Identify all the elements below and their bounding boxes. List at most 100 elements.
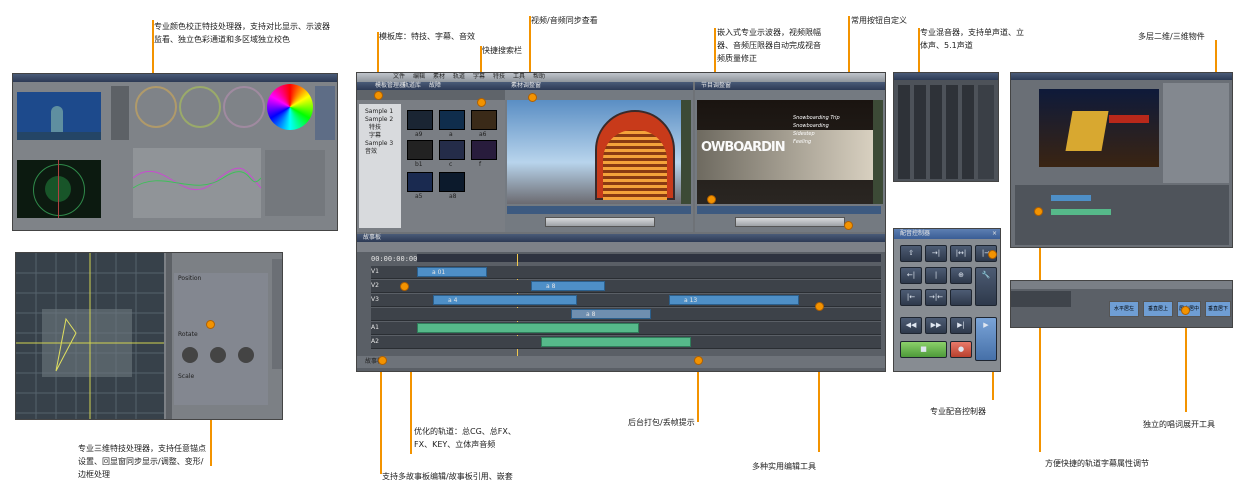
- dub-key-settings[interactable]: 🔧: [975, 267, 997, 306]
- track-a2[interactable]: A2: [371, 336, 881, 349]
- dub-key[interactable]: |: [925, 267, 947, 284]
- rotate-knob-z[interactable]: [238, 347, 254, 363]
- mixer-channel[interactable]: [962, 85, 974, 179]
- caption-mixer: 专业混音器，支持单声道、立体声、5.1声道: [920, 28, 1024, 50]
- menu-item[interactable]: 轨道: [453, 73, 465, 81]
- step-forward-button[interactable]: ▶|: [950, 317, 972, 334]
- menu-item[interactable]: 帮助: [533, 73, 545, 81]
- fast-forward-button[interactable]: ▶▶: [925, 317, 947, 334]
- mixer-channel[interactable]: [930, 85, 942, 179]
- color-wheel-shadow[interactable]: [135, 86, 177, 128]
- play-pause-button[interactable]: ▶: [975, 317, 997, 361]
- rotate-knob-x[interactable]: [182, 347, 198, 363]
- record-transport[interactable]: [735, 217, 845, 227]
- timeline-toolbar[interactable]: [357, 242, 885, 252]
- menu-item[interactable]: 素材: [433, 73, 445, 81]
- menu-item[interactable]: 字幕: [473, 73, 485, 81]
- layer-timeline[interactable]: [1015, 185, 1229, 245]
- caption-color-corrector: 专业颜色校正特技处理器，支持对比显示、示波器监看、独立色彩通道和多区域独立校色: [154, 22, 330, 44]
- folder-tree[interactable]: Sample 1 Sample 2 特技 字幕 Sample 3 音效: [359, 104, 401, 228]
- layer-properties[interactable]: [1163, 83, 1229, 183]
- strip-track-header[interactable]: [1011, 291, 1071, 307]
- subtitle-align-button[interactable]: 垂直居上: [1143, 301, 1173, 317]
- caption-template-lib: 模板库：特技、字幕、音效: [379, 32, 475, 41]
- tab-template[interactable]: 模板管理器: [375, 82, 405, 90]
- menu-item[interactable]: 文件: [393, 73, 405, 81]
- rewind-button[interactable]: ◀◀: [900, 317, 922, 334]
- curve-graph[interactable]: [133, 148, 261, 218]
- subtitle-track-strip: 水平居左 垂直居上 居中居中 垂直居下: [1010, 280, 1233, 328]
- source-scrubber[interactable]: [507, 206, 691, 214]
- timeline-clip[interactable]: a 4: [433, 295, 577, 305]
- timeline-clip[interactable]: a 8: [571, 309, 651, 319]
- record-video: OWBOARDIN Snowboarding Trip Snowboarding…: [697, 100, 873, 204]
- timeline-bottom-bar[interactable]: 故事板1: [357, 356, 885, 368]
- side-buttons[interactable]: [315, 86, 335, 140]
- folder-item[interactable]: Sample 2: [365, 116, 393, 124]
- track-v3[interactable]: V3 a 4 a 13: [371, 294, 881, 307]
- subtitle-align-button[interactable]: 垂直居下: [1205, 301, 1231, 317]
- rotate-knob-y[interactable]: [210, 347, 226, 363]
- folder-item[interactable]: 特技: [369, 124, 381, 132]
- thumb-label: a6: [479, 131, 487, 138]
- color-wheel-midtone[interactable]: [179, 86, 221, 128]
- track-a1[interactable]: A1: [371, 322, 881, 335]
- timeline-clip[interactable]: a 13: [669, 295, 799, 305]
- folder-item[interactable]: 音效: [365, 148, 377, 156]
- stop-button[interactable]: ■: [900, 341, 947, 358]
- callout-dot: [694, 356, 703, 365]
- tab-fault[interactable]: 故障: [429, 82, 441, 90]
- fx-side-buttons[interactable]: [272, 259, 282, 369]
- template-thumb[interactable]: [407, 110, 433, 130]
- mixer-channel[interactable]: [898, 85, 910, 179]
- hue-wheel[interactable]: [267, 84, 313, 130]
- caption-av-sync: 视频/音频同步查看: [531, 16, 598, 25]
- color-wheel-highlight[interactable]: [223, 86, 265, 128]
- track-fx[interactable]: a 8: [371, 308, 881, 321]
- dub-key[interactable]: ⊕: [950, 267, 972, 284]
- template-thumb[interactable]: [471, 140, 497, 160]
- folder-item[interactable]: 字幕: [369, 132, 381, 140]
- mixer-master[interactable]: [978, 85, 994, 179]
- template-thumb[interactable]: [439, 140, 465, 160]
- track-v2[interactable]: V2 a 8: [371, 280, 881, 293]
- caption-quick-search: 快捷搜索栏: [482, 46, 522, 55]
- track-v1[interactable]: V1 a 01: [371, 266, 881, 279]
- tab-track-lib[interactable]: 轨道库: [403, 82, 421, 90]
- close-icon[interactable]: ×: [992, 230, 997, 238]
- time-ruler[interactable]: [417, 254, 881, 262]
- dub-key[interactable]: ←|: [900, 267, 922, 284]
- source-transport[interactable]: [545, 217, 655, 227]
- dub-key[interactable]: →|: [925, 245, 947, 262]
- timeline-clip[interactable]: a 01: [417, 267, 487, 277]
- audio-clip[interactable]: [417, 323, 639, 333]
- menu-item[interactable]: 工具: [513, 73, 525, 81]
- template-thumb[interactable]: [407, 172, 433, 192]
- dub-key[interactable]: |←: [900, 289, 922, 306]
- fx-toolbar[interactable]: [166, 253, 172, 419]
- template-thumb[interactable]: [471, 110, 497, 130]
- audio-clip[interactable]: [541, 337, 691, 347]
- dub-key[interactable]: ⇧: [900, 245, 922, 262]
- fx3d-window: Position Rotate Scale: [15, 252, 283, 420]
- template-thumb[interactable]: [439, 172, 465, 192]
- menu-item[interactable]: 编辑: [413, 73, 425, 81]
- dub-key[interactable]: [950, 289, 972, 306]
- folder-item[interactable]: Sample 1: [365, 108, 393, 116]
- folder-item[interactable]: Sample 3: [365, 140, 393, 148]
- mixer-channel[interactable]: [946, 85, 958, 179]
- record-button[interactable]: ●: [950, 341, 972, 358]
- mixer-channel[interactable]: [914, 85, 926, 179]
- record-scrubber[interactable]: [697, 206, 881, 214]
- menu-item[interactable]: 特技: [493, 73, 505, 81]
- timeline-clip[interactable]: a 8: [531, 281, 605, 291]
- subtitle-align-button[interactable]: 水平居左: [1109, 301, 1139, 317]
- fx-preview-grid[interactable]: [16, 253, 164, 419]
- record-viewer: 节目调整窗 OWBOARDIN Snowboarding Trip Snowbo…: [695, 82, 885, 232]
- dub-key[interactable]: |↔|: [950, 245, 972, 262]
- dub-key[interactable]: →|←: [925, 289, 947, 306]
- template-thumb[interactable]: [407, 140, 433, 160]
- strip-toolbar[interactable]: [1011, 281, 1232, 289]
- template-thumb[interactable]: [439, 110, 465, 130]
- library-tabs: 模板管理器 轨道库 故障: [357, 82, 505, 90]
